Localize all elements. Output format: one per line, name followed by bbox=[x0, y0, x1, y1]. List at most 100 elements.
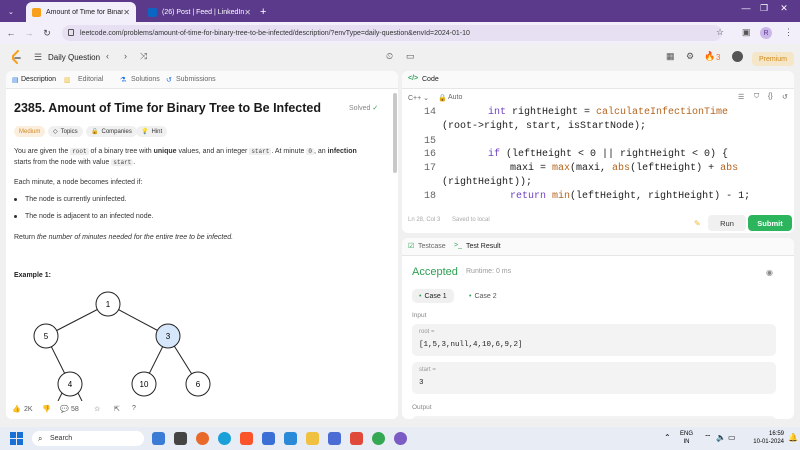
tab-test-result[interactable]: Test Result bbox=[466, 243, 501, 250]
dislike-icon[interactable]: 👎 bbox=[42, 405, 51, 413]
problem-title[interactable]: 2385. Amount of Time for Binary Tree to … bbox=[14, 101, 321, 115]
language-indicator[interactable]: ENG IN bbox=[680, 430, 693, 446]
mail-icon[interactable] bbox=[262, 432, 275, 445]
tab-submissions[interactable]: Submissions bbox=[176, 76, 216, 83]
autocomplete-mode[interactable]: Auto bbox=[448, 94, 462, 101]
comment-icon[interactable]: 💬 bbox=[60, 405, 69, 413]
line-number: 15 bbox=[423, 136, 436, 147]
settings-gear-icon[interactable]: ⚙ bbox=[686, 51, 694, 62]
share-icon[interactable]: ⇱ bbox=[114, 405, 120, 413]
firefox-icon[interactable] bbox=[196, 432, 209, 445]
minimize-icon[interactable]: — bbox=[738, 3, 754, 13]
hint-chip[interactable]: 💡 Hint bbox=[136, 126, 168, 137]
wifi-icon[interactable]: ⌔ bbox=[704, 433, 712, 443]
windows-start-icon[interactable] bbox=[10, 432, 23, 445]
close-tab-icon[interactable]: ✕ bbox=[123, 8, 130, 17]
chrome-icon[interactable] bbox=[372, 432, 385, 445]
note-icon[interactable]: ▭ bbox=[406, 51, 415, 62]
example-tree-diagram: 1 5 3 4 10 6 bbox=[33, 291, 211, 401]
companies-chip[interactable]: 🔒 Companies bbox=[86, 126, 137, 137]
tab-menu-icon[interactable]: ⌄ bbox=[2, 2, 16, 22]
code-line[interactable]: int rightHeight = calculateInfectionTime bbox=[488, 107, 728, 118]
maximize-icon[interactable]: ❐ bbox=[756, 3, 772, 14]
topics-label: Topics bbox=[60, 128, 78, 135]
url-field[interactable]: leetcode.com/problems/amount-of-time-for… bbox=[62, 25, 722, 41]
bookmark-star-icon[interactable]: ☆ bbox=[716, 27, 724, 38]
tab-editorial[interactable]: Editorial bbox=[78, 76, 103, 83]
brave-icon[interactable] bbox=[240, 432, 253, 445]
widgets-icon[interactable] bbox=[174, 432, 187, 445]
new-tab-button[interactable]: + bbox=[254, 2, 272, 22]
file-explorer-icon[interactable] bbox=[306, 432, 319, 445]
user-avatar[interactable] bbox=[732, 51, 743, 62]
timer-icon[interactable]: ⏲ bbox=[386, 51, 393, 62]
code-line[interactable]: return min(leftHeight, rightHeight) - 1; bbox=[510, 191, 750, 202]
close-tab-icon[interactable]: ✕ bbox=[244, 8, 251, 17]
tab-linkedin[interactable]: (26) Post | Feed | LinkedIn ✕ bbox=[142, 2, 252, 22]
shuffle-icon[interactable]: ⤨ bbox=[140, 51, 147, 62]
app-icon[interactable] bbox=[328, 432, 341, 445]
case-tab-1[interactable]: • Case 1 bbox=[412, 289, 454, 303]
reload-icon[interactable]: ↻ bbox=[40, 28, 54, 39]
braces-icon[interactable]: {} bbox=[768, 93, 773, 100]
like-icon[interactable]: 👍 bbox=[12, 405, 21, 413]
layout-icon[interactable]: ▦ bbox=[666, 51, 675, 62]
help-icon[interactable]: ? bbox=[132, 405, 136, 412]
tree-node-label: 1 bbox=[106, 300, 111, 309]
notification-bell-icon[interactable]: 🔔 bbox=[788, 433, 798, 442]
site-info-icon[interactable] bbox=[68, 29, 74, 36]
tab-solutions[interactable]: Solutions bbox=[131, 76, 160, 83]
code-line[interactable]: if (leftHeight < 0 || rightHeight < 0) { bbox=[488, 149, 728, 160]
store-icon[interactable] bbox=[350, 432, 363, 445]
volume-icon[interactable]: 🔈 bbox=[716, 433, 726, 442]
reset-icon[interactable]: ↺ bbox=[782, 93, 788, 101]
tab-testcase[interactable]: Testcase bbox=[418, 243, 446, 250]
task-view-icon[interactable] bbox=[152, 432, 165, 445]
inline-code-root: root bbox=[70, 148, 89, 155]
bookmark-icon[interactable]: ⛉ bbox=[754, 93, 759, 101]
browser-menu-icon[interactable]: ⋮ bbox=[784, 27, 793, 38]
notes-icon[interactable]: ✎ bbox=[694, 219, 701, 228]
verdict-label: Accepted bbox=[412, 266, 458, 278]
topics-chip[interactable]: ◇ Topics bbox=[48, 126, 83, 137]
code-line[interactable]: (root->right, start, isStartNode); bbox=[442, 121, 646, 132]
problem-list-icon[interactable]: ☰ bbox=[34, 52, 42, 63]
case-tab-2[interactable]: • Case 2 bbox=[462, 289, 504, 303]
input-label: Input bbox=[412, 312, 427, 319]
profile-avatar[interactable]: R bbox=[760, 27, 772, 39]
next-problem-icon[interactable]: › bbox=[124, 51, 127, 61]
tray-chevron-icon[interactable]: ⌃ bbox=[664, 433, 671, 442]
active-browser-icon[interactable] bbox=[394, 432, 407, 445]
code-line[interactable]: maxi = max(maxi, abs(leftHeight) + abs bbox=[510, 163, 738, 174]
eye-icon[interactable]: ◉ bbox=[766, 268, 773, 277]
clock[interactable]: 16:59 10-01-2024 bbox=[744, 430, 784, 446]
edge-icon[interactable] bbox=[218, 432, 231, 445]
streak-flame-icon[interactable]: 🔥 bbox=[704, 51, 715, 62]
premium-button[interactable]: Premium bbox=[752, 52, 794, 66]
close-window-icon[interactable]: ✕ bbox=[776, 3, 792, 14]
taskbar-search[interactable]: ⌕ Search bbox=[32, 431, 144, 446]
back-icon[interactable]: ← bbox=[4, 28, 18, 38]
daily-question-label[interactable]: Daily Question bbox=[48, 53, 100, 62]
sidebar-icon[interactable]: ▣ bbox=[742, 27, 751, 38]
tree-node-label: 4 bbox=[68, 380, 73, 389]
battery-icon[interactable]: ▭ bbox=[728, 433, 736, 442]
format-icon[interactable]: ☰ bbox=[738, 93, 744, 101]
code-line[interactable]: (rightHeight)); bbox=[442, 177, 532, 188]
tab-leetcode[interactable]: Amount of Time for Binary Tre ✕ bbox=[26, 2, 136, 22]
bulb-icon: 💡 bbox=[141, 129, 149, 135]
inline-code-start: start bbox=[111, 159, 134, 166]
run-button[interactable]: Run bbox=[708, 215, 746, 231]
input-start-box: start = 3 bbox=[412, 362, 776, 394]
submit-button[interactable]: Submit bbox=[748, 215, 792, 231]
tab-description[interactable]: Description bbox=[21, 76, 56, 83]
forward-icon[interactable]: → bbox=[22, 28, 36, 38]
vscode-icon[interactable] bbox=[284, 432, 297, 445]
favorite-star-icon[interactable]: ☆ bbox=[94, 405, 100, 413]
line-number: 14 bbox=[423, 107, 436, 118]
prev-problem-icon[interactable]: ‹ bbox=[106, 51, 109, 61]
terminal-icon: >_ bbox=[454, 242, 462, 249]
problem-scrollbar[interactable] bbox=[393, 93, 397, 173]
language-select[interactable]: C++ ⌄ bbox=[408, 94, 429, 102]
leetcode-logo-icon[interactable] bbox=[10, 50, 22, 64]
